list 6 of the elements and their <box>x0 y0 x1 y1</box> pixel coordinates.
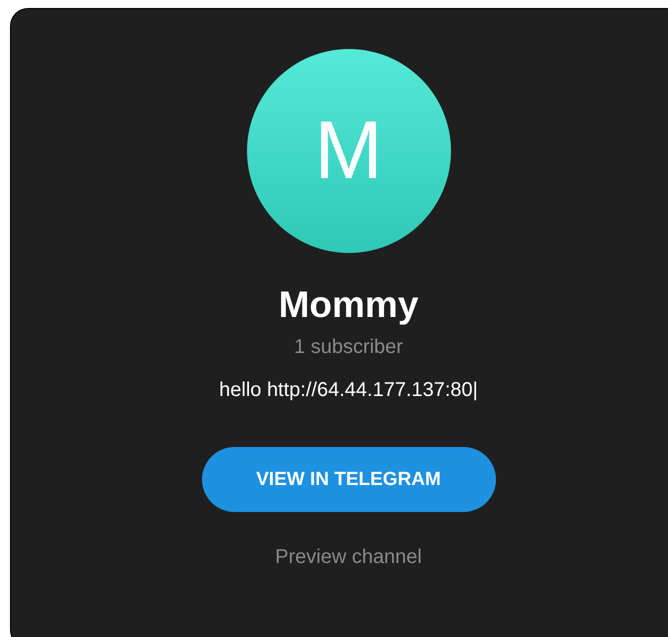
view-in-telegram-button[interactable]: VIEW IN TELEGRAM <box>202 447 496 512</box>
avatar-letter: M <box>314 110 383 192</box>
subscriber-count: 1 subscriber <box>294 335 403 359</box>
preview-channel-link[interactable]: Preview channel <box>275 545 422 569</box>
channel-description: hello http://64.44.177.137:80| <box>219 378 478 402</box>
channel-name: Mommy <box>278 283 418 327</box>
